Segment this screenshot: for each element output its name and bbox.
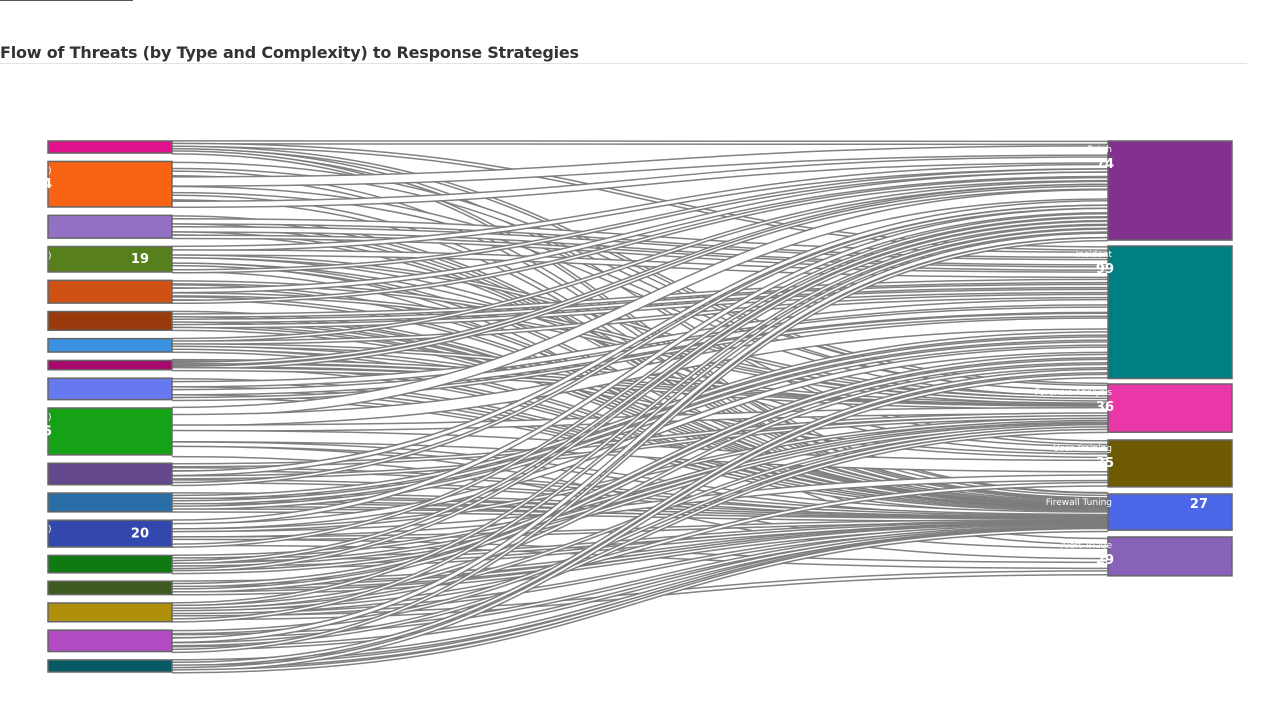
target-value-label: 74 — [1096, 157, 1114, 172]
source-node — [47, 160, 173, 208]
source-node — [47, 337, 173, 353]
source-node — [47, 245, 173, 273]
target-label: Forensic Analysis — [1035, 388, 1112, 398]
source-node — [47, 377, 173, 401]
target-label: User Training — [1053, 444, 1112, 454]
source-node — [47, 279, 173, 304]
source-node — [47, 629, 173, 653]
target-value-label: 36 — [1096, 400, 1114, 415]
source-node — [47, 407, 173, 456]
source-node — [47, 554, 173, 574]
target-label: Patch — [1087, 145, 1112, 155]
source-value-label: 4 — [43, 177, 52, 192]
source-value-label: 20 — [131, 527, 149, 542]
target-label: Firewall Tuning — [1046, 498, 1112, 508]
source-node — [47, 580, 173, 596]
target-value-label: 27 — [1190, 497, 1208, 512]
target-node — [1107, 536, 1233, 577]
source-node — [47, 659, 173, 673]
target-node — [1107, 439, 1233, 488]
source-label: ) — [48, 525, 52, 535]
source-node — [47, 359, 173, 371]
source-label: ) — [48, 413, 52, 423]
target-value-label: 35 — [1096, 456, 1114, 471]
source-node — [47, 140, 173, 154]
target-node — [1107, 140, 1233, 241]
source-node — [47, 214, 173, 239]
source-node — [47, 519, 173, 548]
target-label: Alert Triage — [1061, 541, 1113, 551]
link-layer — [171, 140, 1109, 674]
source-value-label: 19 — [131, 252, 149, 267]
source-value-label: 5 — [43, 424, 52, 439]
source-node — [47, 462, 173, 486]
source-node — [47, 602, 173, 623]
source-node — [47, 492, 173, 513]
target-node — [1107, 493, 1233, 531]
source-label: ) — [48, 252, 52, 262]
target-node — [1107, 383, 1233, 433]
source-node — [47, 310, 173, 331]
target-value-label: 29 — [1096, 553, 1114, 568]
sankey-link — [171, 141, 1109, 144]
sankey-chart: ))))419520Patch74Incident99Forensic Anal… — [43, 140, 1233, 674]
target-value-label: 99 — [1096, 262, 1114, 277]
target-label: Incident — [1076, 250, 1113, 260]
target-node — [1107, 245, 1233, 380]
source-label: ) — [48, 166, 52, 176]
